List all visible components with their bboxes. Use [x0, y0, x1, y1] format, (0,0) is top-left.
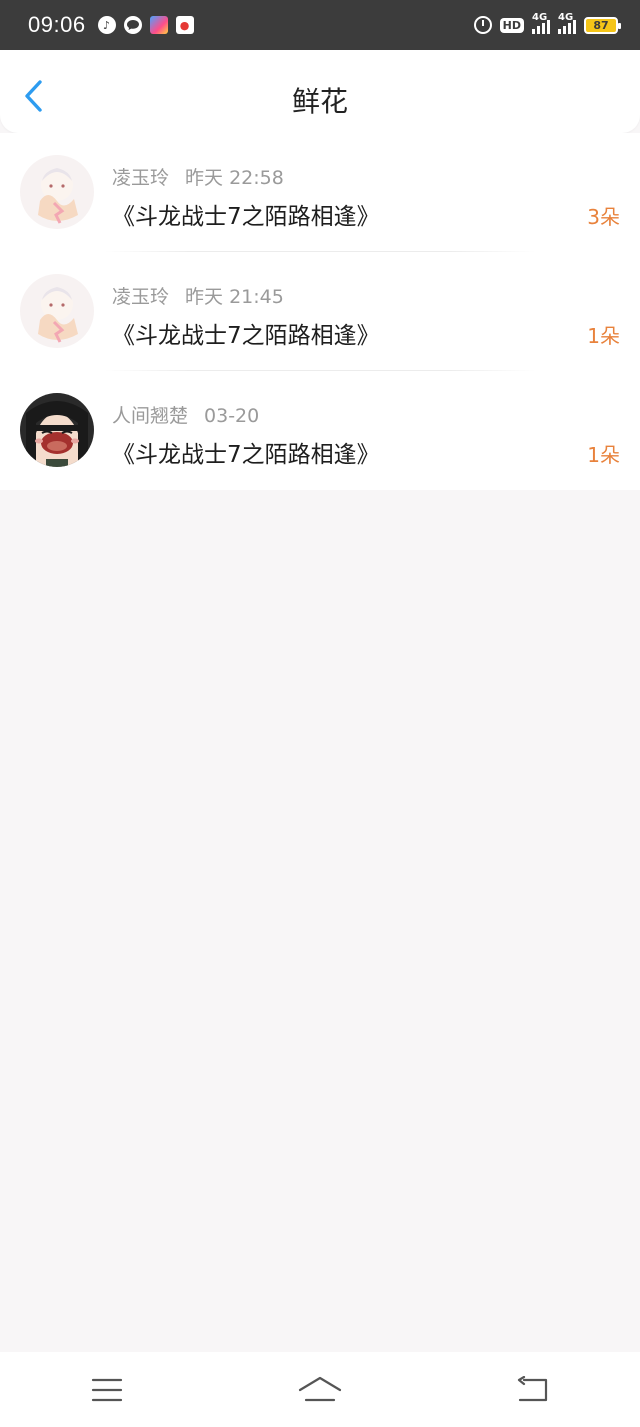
- header: 鲜花: [0, 50, 640, 133]
- menu-icon: [91, 1378, 122, 1401]
- network-label: 4G: [532, 12, 548, 23]
- send-time: 昨天 21:45: [185, 286, 284, 308]
- sender-name: 人间翘楚: [112, 405, 189, 427]
- signal-icon-2: 4G: [558, 12, 576, 34]
- list-item[interactable]: 人间翘楚 03-20 《斗龙战士7之陌路相逢》 1朵: [0, 371, 640, 490]
- system-nav-bar: [0, 1352, 640, 1427]
- hd-badge: HD: [499, 17, 524, 33]
- send-time: 昨天 22:58: [185, 167, 284, 189]
- flower-count: 3朵: [587, 205, 620, 229]
- back-nav-button[interactable]: [503, 1365, 563, 1415]
- book-title: 《斗龙战士7之陌路相逢》: [112, 442, 380, 468]
- send-clock: 21:45: [229, 286, 284, 308]
- music-icon: ♪: [97, 16, 116, 34]
- app-red-icon: ●: [175, 16, 194, 34]
- alarm-icon: [473, 16, 492, 34]
- sender-name: 凌玉玲: [112, 286, 170, 308]
- item-meta: 人间翘楚 03-20: [112, 401, 259, 428]
- item-meta: 凌玉玲 昨天 22:58: [112, 163, 284, 190]
- book-title: 《斗龙战士7之陌路相逢》: [112, 204, 380, 230]
- home-button[interactable]: [290, 1365, 350, 1415]
- avatar[interactable]: [20, 393, 94, 467]
- message-icon: [123, 16, 142, 34]
- flower-count: 1朵: [587, 324, 620, 348]
- page-title: 鲜花: [291, 85, 348, 118]
- send-time: 03-20: [204, 405, 259, 427]
- status-bar: 09:06 ♪ ● HD 4G 4G 87: [0, 0, 640, 50]
- menu-button[interactable]: [77, 1365, 137, 1415]
- item-meta: 凌玉玲 昨天 21:45: [112, 282, 284, 309]
- list-item[interactable]: 凌玉玲 昨天 21:45 《斗龙战士7之陌路相逢》 1朵: [0, 252, 640, 371]
- home-icon: [298, 1376, 342, 1401]
- avatar[interactable]: [20, 274, 94, 348]
- list-item[interactable]: 凌玉玲 昨天 22:58 《斗龙战士7之陌路相逢》 3朵: [0, 133, 640, 252]
- avatar[interactable]: [20, 155, 94, 229]
- signal-icon: 4G: [532, 12, 550, 34]
- send-day: 昨天: [185, 167, 224, 189]
- book-title: 《斗龙战士7之陌路相逢》: [112, 323, 380, 349]
- app-icon: [149, 16, 168, 34]
- battery-icon: 87: [584, 16, 621, 34]
- system-status: HD 4G 4G 87: [473, 12, 621, 34]
- flower-list: 凌玉玲 昨天 22:58 《斗龙战士7之陌路相逢》 3朵 凌玉玲 昨天 21:45 …: [0, 133, 640, 490]
- notification-icons: ♪ ●: [97, 16, 194, 34]
- network-label-2: 4G: [558, 12, 574, 23]
- status-time: 09:06: [28, 12, 86, 37]
- send-clock: 22:58: [229, 167, 284, 189]
- send-clock: 03-20: [204, 405, 260, 427]
- flower-count: 1朵: [587, 443, 620, 467]
- sender-name: 凌玉玲: [112, 167, 170, 189]
- send-day: 昨天: [185, 286, 224, 308]
- back-icon: [518, 1375, 548, 1401]
